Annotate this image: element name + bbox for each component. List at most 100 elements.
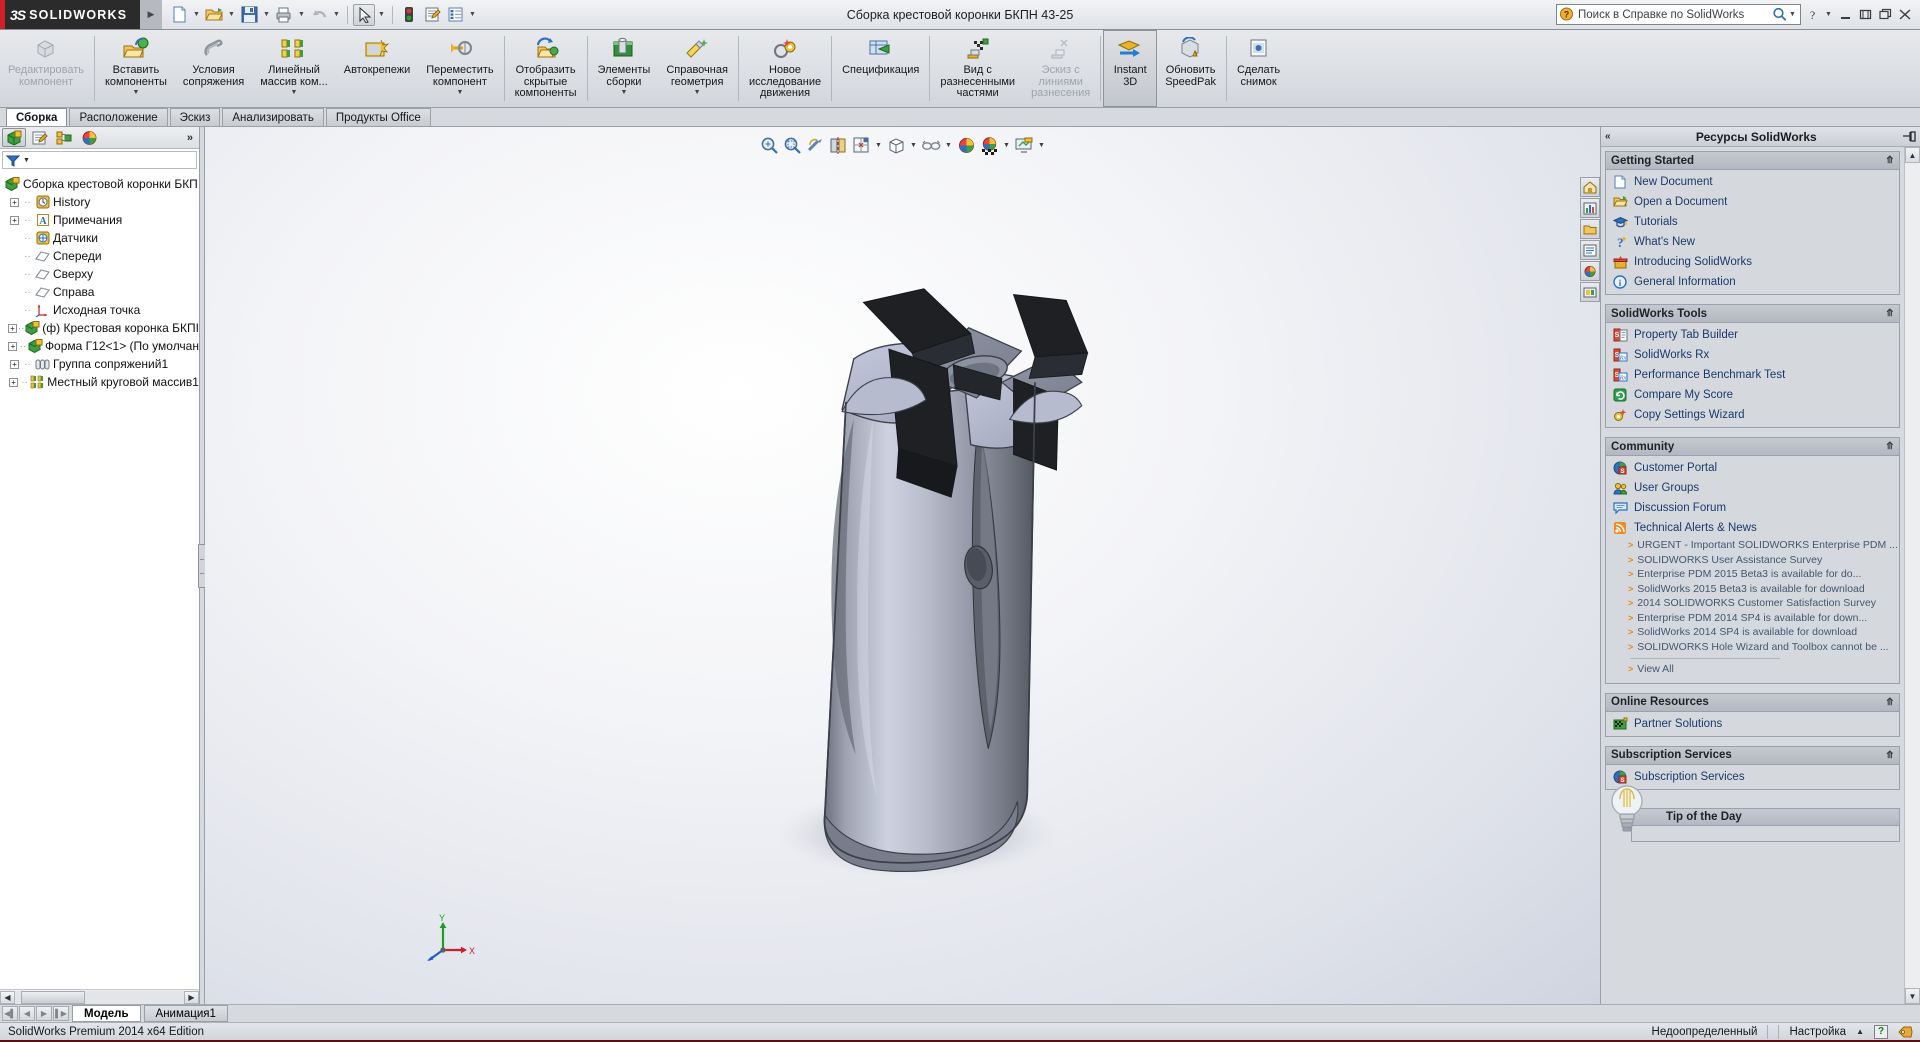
link-introducing-solidworks[interactable]: Introducing SolidWorks	[1606, 252, 1899, 272]
save-icon[interactable]	[238, 4, 260, 26]
select-cursor-icon[interactable]	[353, 3, 375, 26]
scroll-up-icon[interactable]: ▲	[1905, 147, 1920, 163]
view-chart-icon[interactable]	[1580, 198, 1600, 218]
link-performance-benchmark-test[interactable]: S Rx Performance Benchmark Test	[1606, 365, 1899, 385]
customize-icon[interactable]	[444, 4, 466, 26]
group-header[interactable]: Getting Started ⤊	[1606, 152, 1899, 170]
sheet-tab-model[interactable]: Модель	[72, 1005, 141, 1022]
ribbon-button-new-motion-study[interactable]: Новое исследование движения	[741, 30, 829, 107]
expand-toggle[interactable]: +	[8, 341, 18, 351]
task-pane-scrollbar[interactable]: ▲ ▼	[1904, 147, 1920, 1004]
chevron-up-icon[interactable]: ⤊	[1886, 750, 1894, 761]
pin-icon[interactable]	[1902, 130, 1916, 143]
tree-node-part-crown[interactable]: + ·· (ф) Крестовая коронка БКПI	[2, 319, 199, 337]
tree-node-plane-top[interactable]: ·· Сверху	[2, 265, 199, 283]
tab-office-products[interactable]: Продукты Office	[325, 108, 431, 126]
new-document-icon[interactable]	[168, 4, 190, 26]
scroll-thumb[interactable]	[21, 990, 85, 1004]
view-appearance-icon[interactable]	[1580, 261, 1600, 281]
ribbon-button-assembly-features[interactable]: Элементы сборки ▼	[590, 30, 659, 107]
help-caret-icon[interactable]: ▼	[1823, 4, 1834, 26]
close-button[interactable]	[1896, 5, 1914, 25]
link-solidworks-rx[interactable]: S Rx SolidWorks Rx	[1606, 345, 1899, 365]
status-settings-label[interactable]: Настройка	[1789, 1026, 1846, 1038]
last-sheet-icon[interactable]: ▌▶	[53, 1006, 69, 1021]
ribbon-button-linear-pattern[interactable]: Линейный массив ком... ▼	[252, 30, 336, 107]
first-sheet-icon[interactable]: ◀▌	[2, 1006, 18, 1021]
tree-node-circular-pattern[interactable]: + ·· Местный круговой массив1	[2, 373, 199, 391]
scroll-left-icon[interactable]: ◀	[0, 990, 15, 1004]
chevron-down-icon[interactable]: ▼	[132, 89, 139, 96]
previous-sheet-icon[interactable]: ◀	[19, 1006, 35, 1021]
link-customer-portal[interactable]: S Customer Portal	[1606, 458, 1899, 478]
tree-node-mates-group[interactable]: + ·· Группа сопряжений1	[2, 355, 199, 373]
tab-evaluate[interactable]: Анализировать	[222, 108, 324, 126]
help-search-caret-icon[interactable]: ▼	[1787, 4, 1798, 26]
ribbon-button-edit-component[interactable]: Редактировать компонент	[0, 30, 92, 107]
tab-assembly[interactable]: Сборка	[6, 108, 68, 126]
news-item[interactable]: > SOLIDWORKS User Assistance Survey	[1606, 553, 1899, 568]
tip-of-the-day-header[interactable]: Tip of the Day	[1631, 807, 1900, 826]
link-discussion-forum[interactable]: Discussion Forum	[1606, 498, 1899, 518]
tree-node-part-form[interactable]: + ·· Форма Г12<1> (По умолчан	[2, 337, 199, 355]
restore-button[interactable]	[1856, 5, 1874, 25]
link-general-information[interactable]: i General Information	[1606, 272, 1899, 292]
link-compare-my-score[interactable]: Compare My Score	[1606, 385, 1899, 405]
ribbon-button-update-speedpak[interactable]: ! Обновить SpeedPak	[1157, 30, 1224, 107]
link-technical-alerts-news[interactable]: Technical Alerts & News	[1606, 518, 1899, 538]
status-help-icon[interactable]: ?	[1874, 1024, 1888, 1039]
feature-tree-horizontal-scrollbar[interactable]: ◀ ▶	[0, 989, 199, 1004]
graphics-viewport[interactable]: ▼ ▼ ▼ ▼ ▼ Y X	[205, 127, 1600, 1004]
property-manager-tab[interactable]	[27, 128, 51, 147]
ribbon-button-exploded-view[interactable]: Вид с разнесенными частями	[932, 30, 1023, 107]
tab-layout[interactable]: Расположение	[69, 108, 168, 126]
tree-node-plane-front[interactable]: ·· Спереди	[2, 247, 199, 265]
tree-node-history[interactable]: + ·· History	[2, 193, 199, 211]
link-subscription-services[interactable]: S Subscription Services	[1606, 767, 1899, 787]
ribbon-button-reference-geometry[interactable]: Справочная геометрия ▼	[658, 30, 736, 107]
ribbon-button-smart-fasteners[interactable]: Автокрепежи	[336, 30, 418, 107]
save-caret-icon[interactable]: ▼	[261, 4, 272, 26]
ribbon-button-insert-components[interactable]: Вставить компоненты ▼	[97, 30, 175, 107]
tree-node-annotations[interactable]: + ·· A Примечания	[2, 211, 199, 229]
expand-toggle[interactable]: +	[8, 197, 21, 207]
chevron-down-icon[interactable]: ▼	[291, 89, 298, 96]
help-button[interactable]: ?	[1803, 5, 1821, 25]
tag-icon[interactable]	[1898, 1025, 1914, 1039]
maximize-button[interactable]	[1876, 5, 1894, 25]
chevron-down-icon[interactable]: ▼	[620, 89, 627, 96]
chevron-down-icon[interactable]: ▼	[694, 89, 701, 96]
news-item[interactable]: >2014 SOLIDWORKS Customer Satisfaction S…	[1606, 596, 1899, 611]
configuration-manager-tab[interactable]	[52, 128, 76, 147]
view-folder-icon[interactable]	[1580, 219, 1600, 239]
news-item[interactable]: > SolidWorks 2014 SP4 is available for do…	[1606, 625, 1899, 640]
group-header[interactable]: SolidWorks Tools ⤊	[1606, 305, 1899, 323]
tree-node-plane-right[interactable]: ·· Справа	[2, 283, 199, 301]
feature-tree-filter[interactable]: ▼	[2, 151, 197, 169]
filter-caret-icon[interactable]: ▼	[23, 157, 30, 164]
link-partner-solutions[interactable]: Partner Solutions	[1606, 714, 1899, 734]
solidworks-logo[interactable]: 3S SOLIDWORKS	[0, 0, 140, 29]
scroll-track[interactable]	[1905, 163, 1920, 988]
chevron-up-icon[interactable]: ⤊	[1886, 697, 1894, 708]
news-item[interactable]: > URGENT - Important SOLIDWORKS Enterpris…	[1606, 538, 1899, 553]
select-caret-icon[interactable]: ▼	[376, 4, 387, 26]
ribbon-button-mate[interactable]: Условия сопряжения	[175, 30, 252, 107]
link-open-a-document[interactable]: Open a Document	[1606, 192, 1899, 212]
open-document-icon[interactable]	[203, 4, 225, 26]
minimize-button[interactable]	[1836, 5, 1854, 25]
tree-node-assembly-root[interactable]: Сборка крестовой коронки БКП	[2, 175, 199, 193]
expand-toggle[interactable]: +	[8, 359, 21, 369]
feature-tree-tab[interactable]	[2, 128, 26, 147]
view-home-icon[interactable]	[1580, 177, 1600, 197]
view-library-icon[interactable]	[1580, 282, 1600, 302]
rebuild-icon[interactable]	[398, 4, 420, 26]
link-user-groups[interactable]: User Groups	[1606, 478, 1899, 498]
scroll-track[interactable]	[15, 990, 184, 1004]
ribbon-button-bom[interactable]: Спецификация	[834, 30, 927, 107]
link-whats-new[interactable]: ? What's New	[1606, 232, 1899, 252]
expand-toggle[interactable]: +	[8, 377, 19, 387]
tab-sketch[interactable]: Эскиз	[169, 108, 221, 126]
news-item[interactable]: > SolidWorks 2015 Beta3 is available for …	[1606, 582, 1899, 597]
group-header[interactable]: Online Resources ⤊	[1606, 693, 1899, 712]
